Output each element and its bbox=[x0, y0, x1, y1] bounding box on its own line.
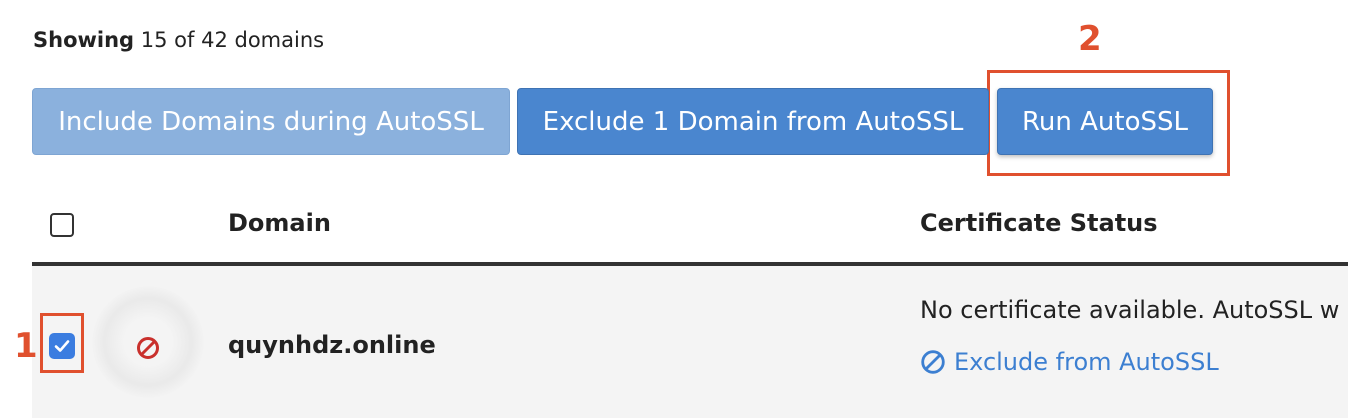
ban-icon bbox=[921, 350, 945, 374]
showing-count: 15 of 42 domains bbox=[140, 28, 325, 52]
ban-icon bbox=[137, 337, 159, 359]
include-domains-button[interactable]: Include Domains during AutoSSL bbox=[32, 88, 510, 155]
autossl-domains-page: Showing 15 of 42 domains 2 Include Domai… bbox=[0, 0, 1348, 418]
checkmark-icon bbox=[54, 340, 70, 352]
showing-summary: Showing 15 of 42 domains bbox=[33, 26, 324, 54]
run-autossl-button[interactable]: Run AutoSSL bbox=[997, 88, 1213, 155]
column-header-domain[interactable]: Domain bbox=[228, 209, 331, 237]
exclude-link-label[interactable]: Exclude from AutoSSL bbox=[954, 348, 1219, 376]
domain-name: quynhdz.online bbox=[228, 331, 436, 359]
exclude-domain-button[interactable]: Exclude 1 Domain from AutoSSL bbox=[517, 88, 989, 155]
select-all-checkbox[interactable] bbox=[50, 213, 74, 237]
row-checkbox[interactable] bbox=[49, 333, 75, 359]
annotation-step-2: 2 bbox=[1078, 19, 1102, 59]
certificate-status-text: No certificate available. AutoSSL w bbox=[920, 296, 1340, 324]
exclude-from-autossl-link[interactable]: Exclude from AutoSSL bbox=[920, 348, 1219, 376]
annotation-step-1: 1 bbox=[14, 326, 38, 366]
table-header: Domain Certificate Status bbox=[32, 196, 1348, 266]
table-row: quynhdz.online No certificate available.… bbox=[32, 266, 1348, 418]
column-header-certificate-status[interactable]: Certificate Status bbox=[920, 209, 1158, 237]
showing-label: Showing bbox=[33, 28, 135, 52]
